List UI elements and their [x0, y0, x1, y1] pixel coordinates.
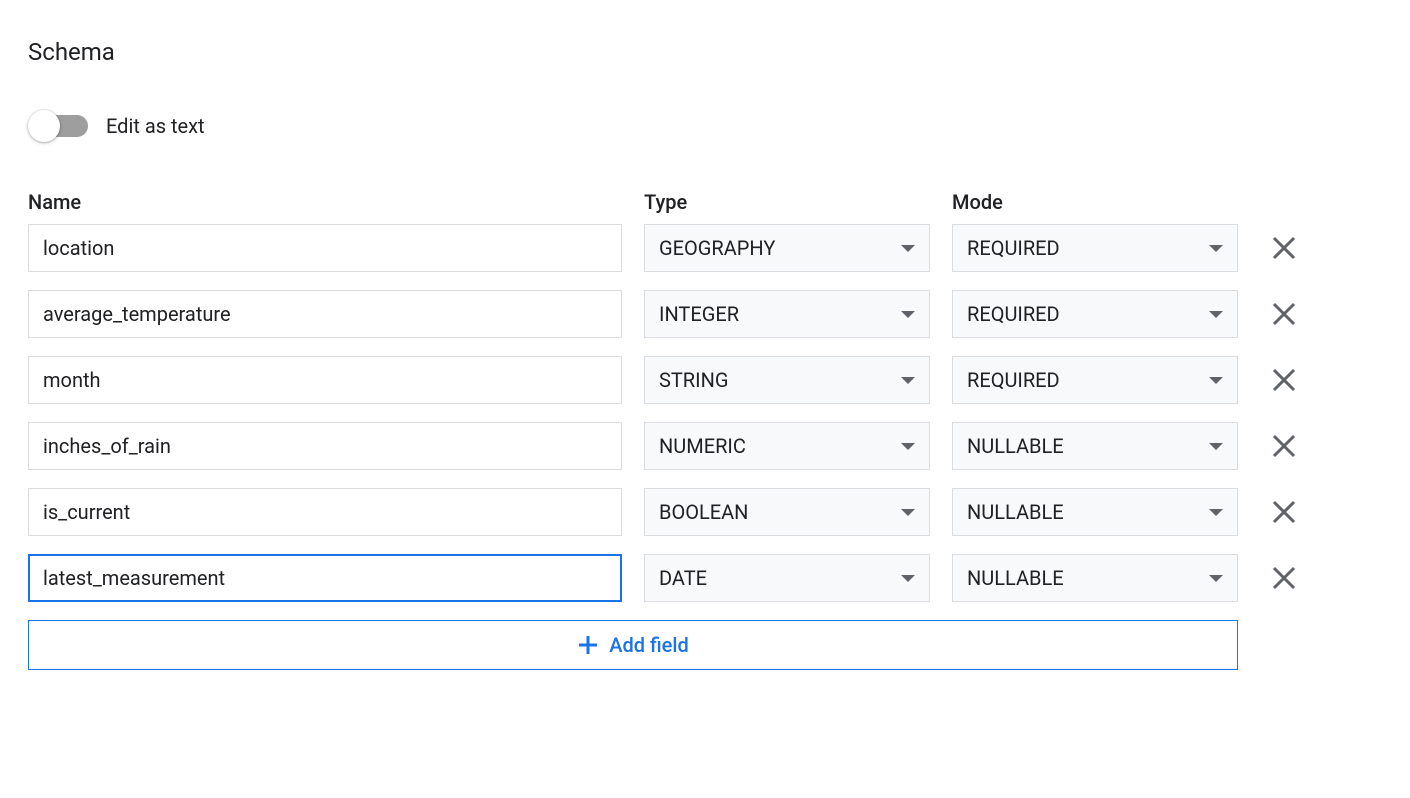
field-type-select[interactable]: GEOGRAPHY	[644, 224, 930, 272]
delete-field-button[interactable]	[1260, 422, 1308, 470]
add-field-button[interactable]: Add field	[28, 620, 1238, 670]
field-row: BOOLEAN NULLABLE	[28, 488, 1382, 536]
delete-field-button[interactable]	[1260, 356, 1308, 404]
field-mode-select[interactable]: REQUIRED	[952, 224, 1238, 272]
plus-icon	[577, 634, 599, 656]
delete-field-button[interactable]	[1260, 488, 1308, 536]
dropdown-arrow-icon	[1209, 575, 1223, 582]
header-type: Type	[644, 190, 930, 214]
close-icon	[1270, 498, 1298, 526]
field-type-value: GEOGRAPHY	[659, 236, 775, 260]
header-name: Name	[28, 190, 622, 214]
dropdown-arrow-icon	[1209, 509, 1223, 516]
field-type-value: NUMERIC	[659, 434, 746, 458]
dropdown-arrow-icon	[1209, 377, 1223, 384]
field-mode-value: NULLABLE	[967, 500, 1064, 524]
field-mode-value: NULLABLE	[967, 434, 1064, 458]
field-type-value: DATE	[659, 566, 707, 590]
header-mode: Mode	[952, 190, 1238, 214]
field-row: STRING REQUIRED	[28, 356, 1382, 404]
field-mode-select[interactable]: NULLABLE	[952, 488, 1238, 536]
field-type-select[interactable]: BOOLEAN	[644, 488, 930, 536]
add-field-label: Add field	[609, 633, 689, 657]
field-row: INTEGER REQUIRED	[28, 290, 1382, 338]
field-mode-value: REQUIRED	[967, 368, 1060, 392]
field-type-value: STRING	[659, 368, 728, 392]
dropdown-arrow-icon	[901, 575, 915, 582]
field-name-input[interactable]	[28, 554, 622, 602]
delete-field-button[interactable]	[1260, 224, 1308, 272]
field-row: GEOGRAPHY REQUIRED	[28, 224, 1382, 272]
field-mode-select[interactable]: REQUIRED	[952, 290, 1238, 338]
section-title: Schema	[28, 38, 1382, 66]
field-mode-select[interactable]: NULLABLE	[952, 554, 1238, 602]
dropdown-arrow-icon	[1209, 245, 1223, 252]
field-mode-select[interactable]: REQUIRED	[952, 356, 1238, 404]
edit-as-text-row: Edit as text	[28, 114, 1382, 138]
field-name-input[interactable]	[28, 290, 622, 338]
field-row: DATE NULLABLE	[28, 554, 1382, 602]
close-icon	[1270, 564, 1298, 592]
header-row: Name Type Mode	[28, 190, 1382, 214]
close-icon	[1270, 234, 1298, 262]
field-type-value: BOOLEAN	[659, 500, 748, 524]
close-icon	[1270, 300, 1298, 328]
dropdown-arrow-icon	[1209, 443, 1223, 450]
delete-field-button[interactable]	[1260, 290, 1308, 338]
dropdown-arrow-icon	[901, 509, 915, 516]
field-name-input[interactable]	[28, 488, 622, 536]
field-mode-value: REQUIRED	[967, 236, 1060, 260]
field-mode-value: REQUIRED	[967, 302, 1060, 326]
field-type-select[interactable]: STRING	[644, 356, 930, 404]
dropdown-arrow-icon	[901, 443, 915, 450]
edit-as-text-toggle[interactable]	[28, 115, 88, 137]
delete-field-button[interactable]	[1260, 554, 1308, 602]
schema-grid: Name Type Mode GEOGRAPHY REQUIRED INTEGER R…	[28, 190, 1382, 670]
field-type-select[interactable]: INTEGER	[644, 290, 930, 338]
field-type-select[interactable]: NUMERIC	[644, 422, 930, 470]
edit-as-text-label: Edit as text	[106, 114, 205, 138]
field-row: NUMERIC NULLABLE	[28, 422, 1382, 470]
dropdown-arrow-icon	[1209, 311, 1223, 318]
dropdown-arrow-icon	[901, 311, 915, 318]
close-icon	[1270, 366, 1298, 394]
dropdown-arrow-icon	[901, 377, 915, 384]
field-name-input[interactable]	[28, 224, 622, 272]
close-icon	[1270, 432, 1298, 460]
field-mode-select[interactable]: NULLABLE	[952, 422, 1238, 470]
dropdown-arrow-icon	[901, 245, 915, 252]
field-mode-value: NULLABLE	[967, 566, 1064, 590]
field-type-select[interactable]: DATE	[644, 554, 930, 602]
field-name-input[interactable]	[28, 356, 622, 404]
field-type-value: INTEGER	[659, 302, 739, 326]
fields-container: GEOGRAPHY REQUIRED INTEGER REQUIRED STRING RE…	[28, 224, 1382, 620]
field-name-input[interactable]	[28, 422, 622, 470]
